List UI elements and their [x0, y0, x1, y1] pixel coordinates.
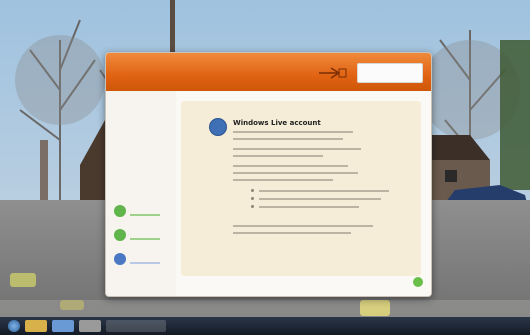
windows-live-icon: [209, 118, 227, 136]
description-text: [233, 155, 323, 157]
step-progress: [130, 214, 160, 216]
description-text: [233, 165, 348, 167]
wizard-content-panel: Windows Live account: [181, 101, 421, 276]
bullet-icon: [251, 197, 254, 200]
wizard-steps-sidebar: [106, 91, 176, 296]
wizard-header: [106, 53, 431, 91]
desktop-shortcut-icon[interactable]: [360, 300, 390, 316]
taskbar-window-button[interactable]: [106, 320, 166, 332]
step-label: [130, 254, 160, 260]
wizard-body: Windows Live account: [106, 91, 431, 296]
browser-icon[interactable]: [52, 320, 74, 332]
description-text: [233, 138, 343, 140]
start-orb-icon[interactable]: [8, 320, 20, 332]
check-icon: [114, 229, 126, 241]
desktop-shortcut-icon[interactable]: [10, 273, 36, 287]
desktop-shortcut-icon[interactable]: [60, 300, 84, 310]
next-arrow-icon[interactable]: [413, 277, 423, 287]
taskbar: [0, 317, 530, 335]
app-icon[interactable]: [79, 320, 101, 332]
page-title: Windows Live account: [233, 119, 321, 127]
header-info-field[interactable]: [357, 63, 423, 83]
description-text: [233, 232, 351, 234]
bullet-text: [259, 206, 359, 208]
arrow-graphic-icon: [319, 67, 347, 79]
wizard-step-1[interactable]: [114, 205, 160, 217]
step-progress: [130, 238, 160, 240]
description-text: [233, 148, 361, 150]
wizard-step-2[interactable]: [114, 229, 160, 241]
description-text: [233, 179, 333, 181]
bullet-text: [259, 190, 389, 192]
description-text: [233, 225, 373, 227]
check-icon: [114, 205, 126, 217]
wizard-step-3[interactable]: [114, 253, 160, 265]
current-step-icon: [114, 253, 126, 265]
setup-wizard-window: Windows Live account: [105, 52, 432, 297]
bullet-icon: [251, 205, 254, 208]
explorer-icon[interactable]: [25, 320, 47, 332]
description-text: [233, 131, 353, 133]
step-progress: [130, 262, 160, 264]
bullet-text: [259, 198, 381, 200]
description-text: [233, 172, 358, 174]
step-label: [130, 206, 160, 212]
bullet-icon: [251, 189, 254, 192]
step-label: [130, 230, 160, 236]
